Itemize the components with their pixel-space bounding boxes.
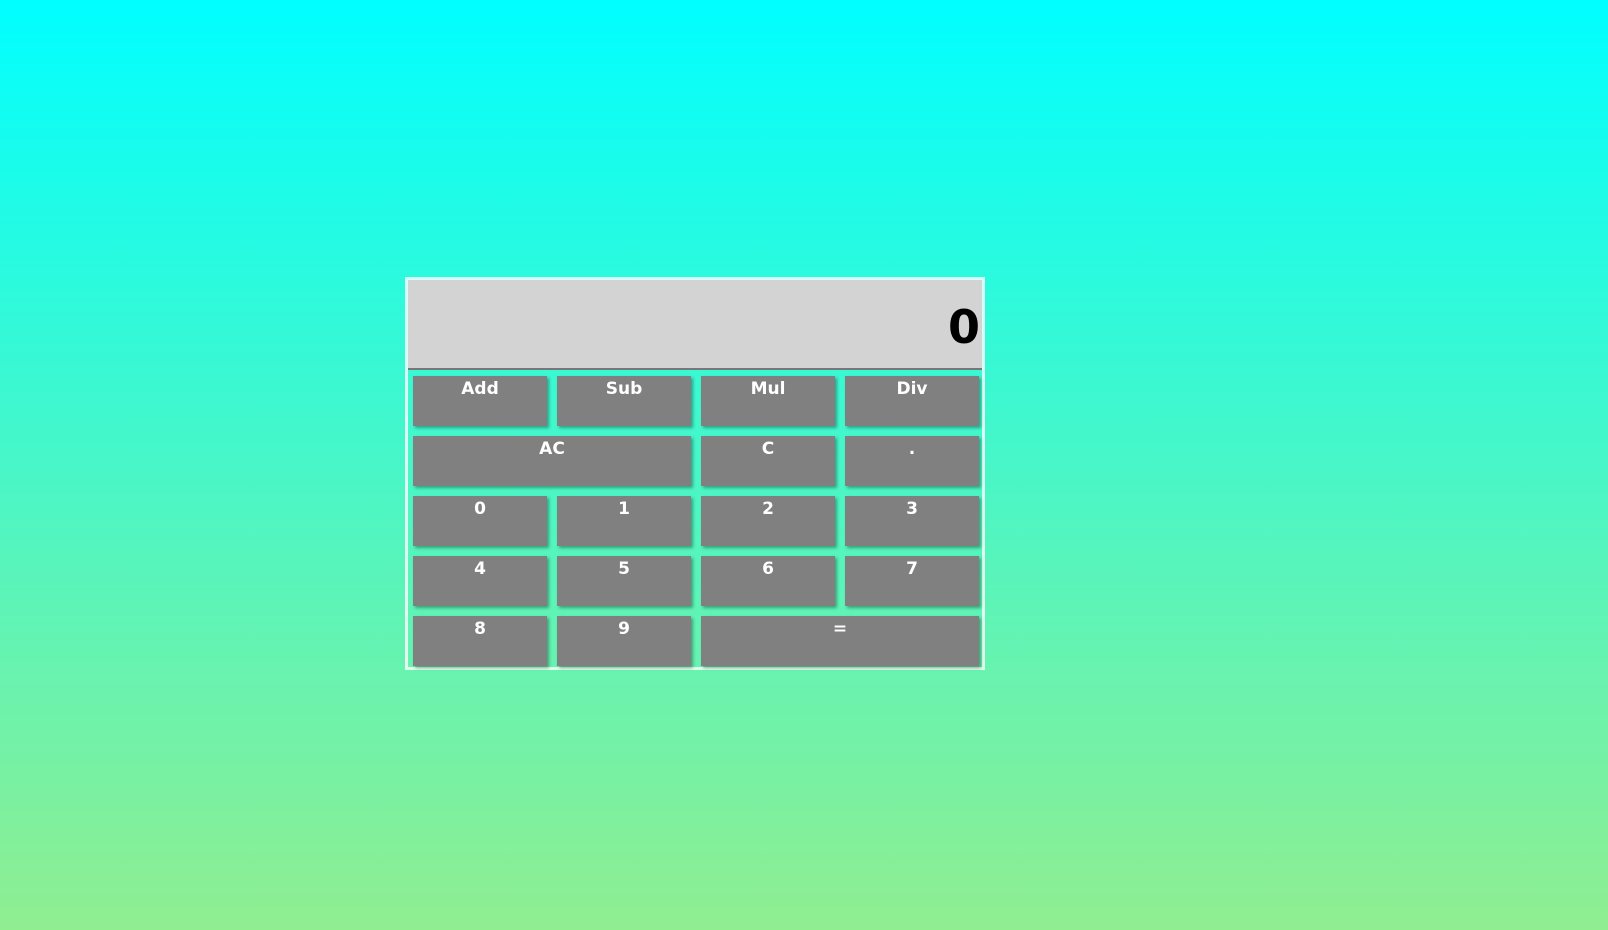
calculator: 0 Add Sub Mul Div AC C . 0 1 2 3 4 5 6 7… xyxy=(405,277,985,670)
mul-button[interactable]: Mul xyxy=(701,376,835,426)
digit-1-button[interactable]: 1 xyxy=(557,496,691,546)
digit-9-button[interactable]: 9 xyxy=(557,616,691,666)
digit-0-button[interactable]: 0 xyxy=(413,496,547,546)
digit-2-button[interactable]: 2 xyxy=(701,496,835,546)
equals-button[interactable]: = xyxy=(701,616,979,666)
sub-button[interactable]: Sub xyxy=(557,376,691,426)
digit-5-button[interactable]: 5 xyxy=(557,556,691,606)
keypad: Add Sub Mul Div AC C . 0 1 2 3 4 5 6 7 8… xyxy=(408,370,982,666)
digit-6-button[interactable]: 6 xyxy=(701,556,835,606)
digit-4-button[interactable]: 4 xyxy=(413,556,547,606)
digit-7-button[interactable]: 7 xyxy=(845,556,979,606)
clear-button[interactable]: C xyxy=(701,436,835,486)
digit-8-button[interactable]: 8 xyxy=(413,616,547,666)
add-button[interactable]: Add xyxy=(413,376,547,426)
display: 0 xyxy=(408,280,982,370)
all-clear-button[interactable]: AC xyxy=(413,436,691,486)
decimal-button[interactable]: . xyxy=(845,436,979,486)
digit-3-button[interactable]: 3 xyxy=(845,496,979,546)
display-value: 0 xyxy=(947,300,980,354)
div-button[interactable]: Div xyxy=(845,376,979,426)
